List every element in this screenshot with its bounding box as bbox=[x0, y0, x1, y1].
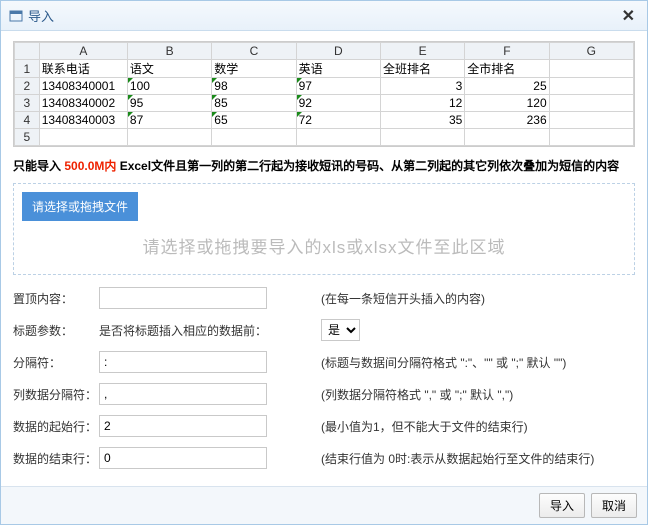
col-header: C bbox=[212, 43, 296, 60]
table-header-cell: 英语 bbox=[296, 60, 380, 78]
table-cell: 3 bbox=[380, 78, 464, 95]
dialog-footer: 导入 取消 bbox=[1, 486, 647, 524]
table-cell: 25 bbox=[465, 78, 549, 95]
table-cell: 120 bbox=[465, 95, 549, 112]
import-icon bbox=[9, 9, 23, 23]
table-cell bbox=[549, 112, 633, 129]
table-cell bbox=[296, 129, 380, 146]
table-cell: 13408340003 bbox=[39, 112, 127, 129]
col-header: B bbox=[127, 43, 211, 60]
file-dropzone[interactable]: 请选择或拖拽文件 请选择或拖拽要导入的xls或xlsx文件至此区域 bbox=[13, 183, 635, 275]
table-cell: 100 bbox=[127, 78, 211, 95]
col-header: D bbox=[296, 43, 380, 60]
table-cell: 72 bbox=[296, 112, 380, 129]
sep-hint: (标题与数据间分隔符格式 ":"、"" 或 ";" 默认 "") bbox=[321, 354, 566, 371]
close-icon[interactable]: ✕ bbox=[618, 6, 639, 26]
pick-file-button[interactable]: 请选择或拖拽文件 bbox=[22, 192, 138, 221]
row-header: 2 bbox=[15, 78, 40, 95]
table-cell: 35 bbox=[380, 112, 464, 129]
table-cell: 97 bbox=[296, 78, 380, 95]
table-header-cell: 语文 bbox=[127, 60, 211, 78]
colsep-hint: (列数据分隔符格式 "," 或 ";" 默认 ",") bbox=[321, 386, 513, 403]
table-header-cell bbox=[549, 60, 633, 78]
row-header: 4 bbox=[15, 112, 40, 129]
table-cell: 236 bbox=[465, 112, 549, 129]
table-cell bbox=[549, 129, 633, 146]
topcontent-input[interactable] bbox=[99, 287, 267, 309]
table-cell bbox=[212, 129, 296, 146]
table-cell: 95 bbox=[127, 95, 211, 112]
titleparam-text: 是否将标题插入相应的数据前： bbox=[99, 322, 267, 339]
table-header-cell: 全市排名 bbox=[465, 60, 549, 78]
dropzone-text: 请选择或拖拽要导入的xls或xlsx文件至此区域 bbox=[22, 221, 626, 266]
row-header: 1 bbox=[15, 60, 40, 78]
import-dialog: 导入 ✕ ABCDEFG1联系电话语文数学英语全班排名全市排名213408340… bbox=[0, 0, 648, 525]
table-cell: 13408340001 bbox=[39, 78, 127, 95]
col-header: F bbox=[465, 43, 549, 60]
endrow-hint: (结束行值为 0时:表示从数据起始行至文件的结束行) bbox=[321, 450, 594, 467]
topcontent-label: 置顶内容： bbox=[13, 290, 99, 307]
endrow-label: 数据的结束行： bbox=[13, 450, 99, 467]
startrow-label: 数据的起始行： bbox=[13, 418, 99, 435]
table-header-cell: 数学 bbox=[212, 60, 296, 78]
table-cell: 13408340002 bbox=[39, 95, 127, 112]
table-cell bbox=[39, 129, 127, 146]
cancel-button[interactable]: 取消 bbox=[591, 493, 637, 518]
table-cell bbox=[380, 129, 464, 146]
import-note: 只能导入 500.0M内 Excel文件且第一列的第二行起为接收短讯的号码、从第… bbox=[13, 157, 635, 175]
import-button[interactable]: 导入 bbox=[539, 493, 585, 518]
titleparam-label: 标题参数： bbox=[13, 322, 99, 339]
startrow-hint: (最小值为1，但不能大于文件的结束行) bbox=[321, 418, 528, 435]
endrow-input[interactable] bbox=[99, 447, 267, 469]
table-cell: 12 bbox=[380, 95, 464, 112]
table-cell: 98 bbox=[212, 78, 296, 95]
table-cell: 87 bbox=[127, 112, 211, 129]
col-header: A bbox=[39, 43, 127, 60]
titleparam-select[interactable]: 是 否 bbox=[321, 319, 360, 341]
dialog-title: 导入 bbox=[28, 6, 54, 25]
table-cell: 65 bbox=[212, 112, 296, 129]
colsep-input[interactable] bbox=[99, 383, 267, 405]
row-header: 3 bbox=[15, 95, 40, 112]
table-header-cell: 联系电话 bbox=[39, 60, 127, 78]
col-header: E bbox=[380, 43, 464, 60]
excel-preview: ABCDEFG 1联系电话语文数学英语全班排名全市排名 21340834000110… bbox=[13, 41, 635, 147]
table-cell bbox=[549, 95, 633, 112]
sep-input[interactable] bbox=[99, 351, 267, 373]
sep-label: 分隔符： bbox=[13, 354, 99, 371]
table-header-cell: 全班排名 bbox=[380, 60, 464, 78]
col-header: G bbox=[549, 43, 633, 60]
row-header: 5 bbox=[15, 129, 40, 146]
startrow-input[interactable] bbox=[99, 415, 267, 437]
table-cell: 92 bbox=[296, 95, 380, 112]
table-cell bbox=[127, 129, 211, 146]
table-cell bbox=[465, 129, 549, 146]
table-cell: 85 bbox=[212, 95, 296, 112]
topcontent-hint: (在每一条短信开头插入的内容) bbox=[321, 290, 485, 307]
dialog-body: ABCDEFG 1联系电话语文数学英语全班排名全市排名 21340834000110… bbox=[1, 31, 647, 489]
titlebar: 导入 ✕ bbox=[1, 1, 647, 31]
colsep-label: 列数据分隔符： bbox=[13, 386, 99, 403]
table-cell bbox=[549, 78, 633, 95]
